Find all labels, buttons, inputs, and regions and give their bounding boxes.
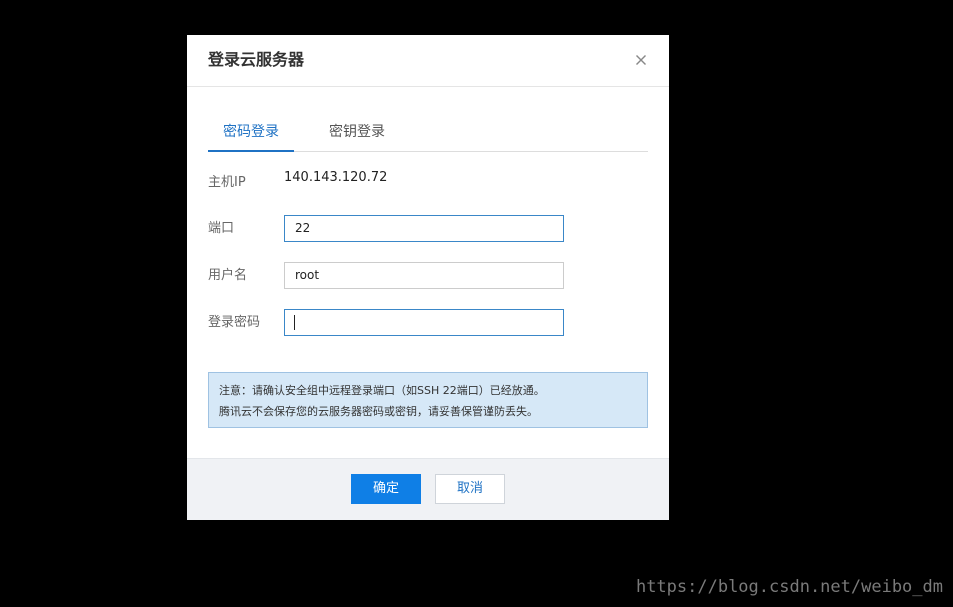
notice-box: 注意：请确认安全组中远程登录端口（如SSH 22端口）已经放通。 腾讯云不会保存… — [208, 372, 648, 428]
notice-line-2: 腾讯云不会保存您的云服务器密码或密钥，请妥善保管谨防丢失。 — [219, 405, 538, 418]
login-dialog: 登录云服务器 密码登录 密钥登录 主机IP 140.143.120.72 端口 … — [187, 35, 669, 520]
confirm-button[interactable]: 确定 — [351, 474, 421, 504]
tab-password-login[interactable]: 密码登录 — [208, 117, 294, 152]
dialog-title: 登录云服务器 — [208, 50, 305, 69]
close-icon[interactable] — [633, 52, 649, 68]
password-label: 登录密码 — [208, 315, 261, 330]
dialog-footer: 确定 取消 — [187, 458, 669, 520]
username-input[interactable]: root — [284, 262, 564, 289]
cancel-button[interactable]: 取消 — [435, 474, 505, 504]
notice-line-1: 注意：请确认安全组中远程登录端口（如SSH 22端口）已经放通。 — [219, 384, 545, 397]
login-tabs: 密码登录 密钥登录 — [208, 117, 648, 152]
port-input[interactable]: 22 — [284, 215, 564, 242]
dialog-header: 登录云服务器 — [187, 35, 669, 87]
password-input[interactable] — [284, 309, 564, 336]
port-label: 端口 — [208, 221, 235, 236]
host-ip-label: 主机IP — [208, 175, 246, 190]
host-ip-value: 140.143.120.72 — [284, 170, 388, 185]
watermark: https://blog.csdn.net/weibo_dm — [635, 577, 943, 597]
username-label: 用户名 — [208, 268, 248, 283]
text-caret — [294, 315, 295, 330]
tab-key-login[interactable]: 密钥登录 — [329, 117, 385, 151]
